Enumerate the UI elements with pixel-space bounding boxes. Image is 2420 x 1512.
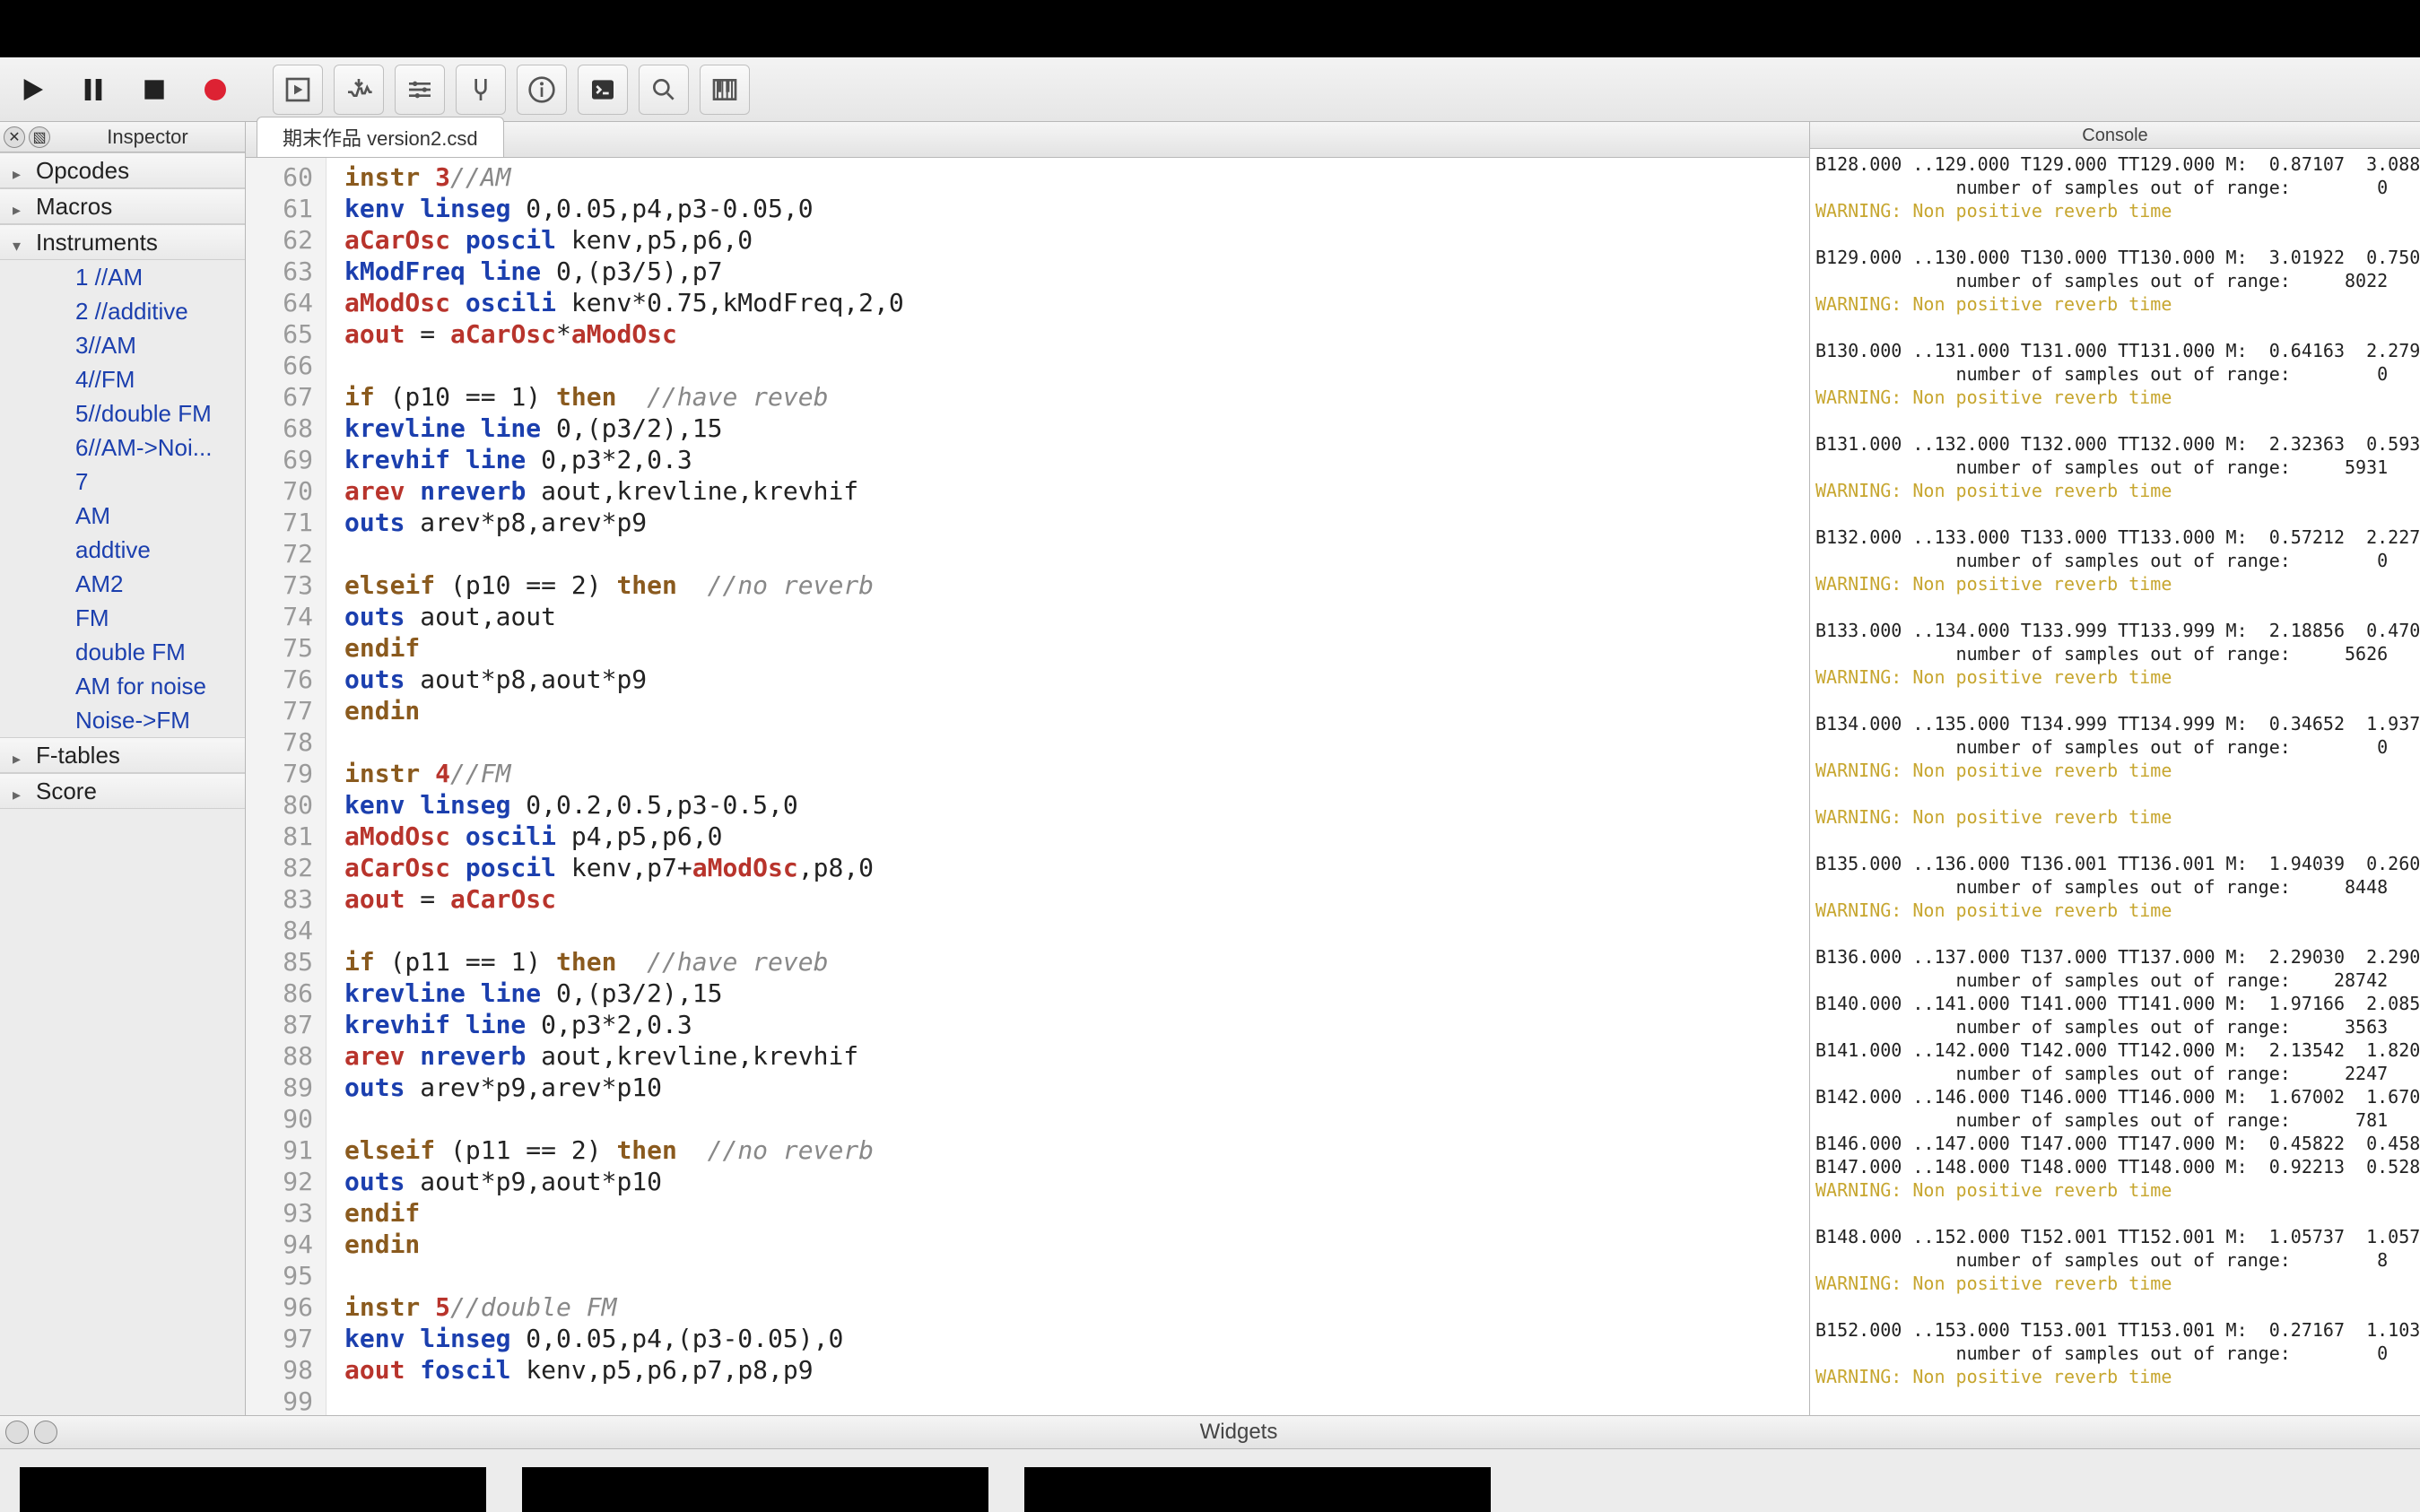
popout-icon[interactable] <box>34 1421 57 1444</box>
widgets-header: Widgets <box>0 1415 2420 1449</box>
inspector-tree[interactable]: Opcodes Macros Instruments 1 //AM2 //add… <box>0 152 245 1512</box>
section-ftables[interactable]: F-tables <box>0 737 245 773</box>
terminal-button[interactable] <box>578 65 628 115</box>
tuning-fork-button[interactable] <box>456 65 506 115</box>
play-button[interactable] <box>7 65 57 115</box>
instrument-item[interactable]: AM <box>0 499 245 533</box>
instrument-item[interactable]: 5//double FM <box>0 396 245 430</box>
bottom-area: Widgets <box>0 1415 2420 1512</box>
tabbar: 期末作品 version2.csd <box>246 122 1809 158</box>
instrument-item[interactable]: 2 //additive <box>0 294 245 328</box>
line-gutter: 60 61 62 63 64 65 66 67 68 69 70 71 72 7… <box>246 158 326 1512</box>
instrument-item[interactable]: AM for noise <box>0 669 245 703</box>
file-tab[interactable]: 期末作品 version2.csd <box>257 117 504 157</box>
widget-slot[interactable] <box>1024 1467 1491 1512</box>
inspector-header: ✕ ▧ Inspector <box>0 122 245 152</box>
code-area[interactable]: instr 3//AM kenv linseg 0,0.05,p4,p3-0.0… <box>326 158 1809 1512</box>
popout-icon[interactable]: ▧ <box>29 126 50 148</box>
stop-button[interactable] <box>129 65 179 115</box>
instrument-item[interactable]: 6//AM->Noi... <box>0 430 245 465</box>
instrument-item[interactable]: addtive <box>0 533 245 567</box>
instrument-item[interactable]: 3//AM <box>0 328 245 362</box>
widget-slot[interactable] <box>20 1467 486 1512</box>
widgets-body <box>0 1449 2420 1512</box>
pause-button[interactable] <box>68 65 118 115</box>
inspector-panel: ✕ ▧ Inspector Opcodes Macros Instruments… <box>0 122 246 1512</box>
console-title: Console <box>1810 122 2420 149</box>
instrument-item[interactable]: 7 <box>0 465 245 499</box>
console-panel: Console B128.000 ..129.000 T129.000 TT12… <box>1810 122 2420 1512</box>
widget-slot[interactable] <box>522 1467 988 1512</box>
instrument-item[interactable]: AM2 <box>0 567 245 601</box>
keyboard-button[interactable] <box>700 65 750 115</box>
options-button[interactable] <box>395 65 445 115</box>
code-editor[interactable]: 60 61 62 63 64 65 66 67 68 69 70 71 72 7… <box>246 158 1809 1512</box>
section-instruments[interactable]: Instruments <box>0 224 245 260</box>
close-icon[interactable] <box>5 1421 29 1444</box>
instrument-item[interactable]: double FM <box>0 635 245 669</box>
toolbar <box>0 57 2420 122</box>
work-area: ✕ ▧ Inspector Opcodes Macros Instruments… <box>0 122 2420 1512</box>
search-button[interactable] <box>639 65 689 115</box>
section-opcodes[interactable]: Opcodes <box>0 152 245 188</box>
info-button[interactable] <box>517 65 567 115</box>
instrument-item[interactable]: Noise->FM <box>0 703 245 737</box>
console-output[interactable]: B128.000 ..129.000 T129.000 TT129.000 M:… <box>1810 149 2420 1512</box>
inspector-title: Inspector <box>50 126 245 149</box>
instrument-item[interactable]: 4//FM <box>0 362 245 396</box>
widgets-title: Widgets <box>57 1420 2420 1445</box>
editor-panel: 期末作品 version2.csd 60 61 62 63 64 65 66 6… <box>246 122 1810 1512</box>
titlebar-black <box>0 0 2420 57</box>
section-macros[interactable]: Macros <box>0 188 245 224</box>
instrument-item[interactable]: 1 //AM <box>0 260 245 294</box>
close-icon[interactable]: ✕ <box>4 126 25 148</box>
section-score[interactable]: Score <box>0 773 245 809</box>
record-button[interactable] <box>190 65 240 115</box>
audio-out-button[interactable] <box>334 65 384 115</box>
instrument-item[interactable]: FM <box>0 601 245 635</box>
render-button[interactable] <box>273 65 323 115</box>
